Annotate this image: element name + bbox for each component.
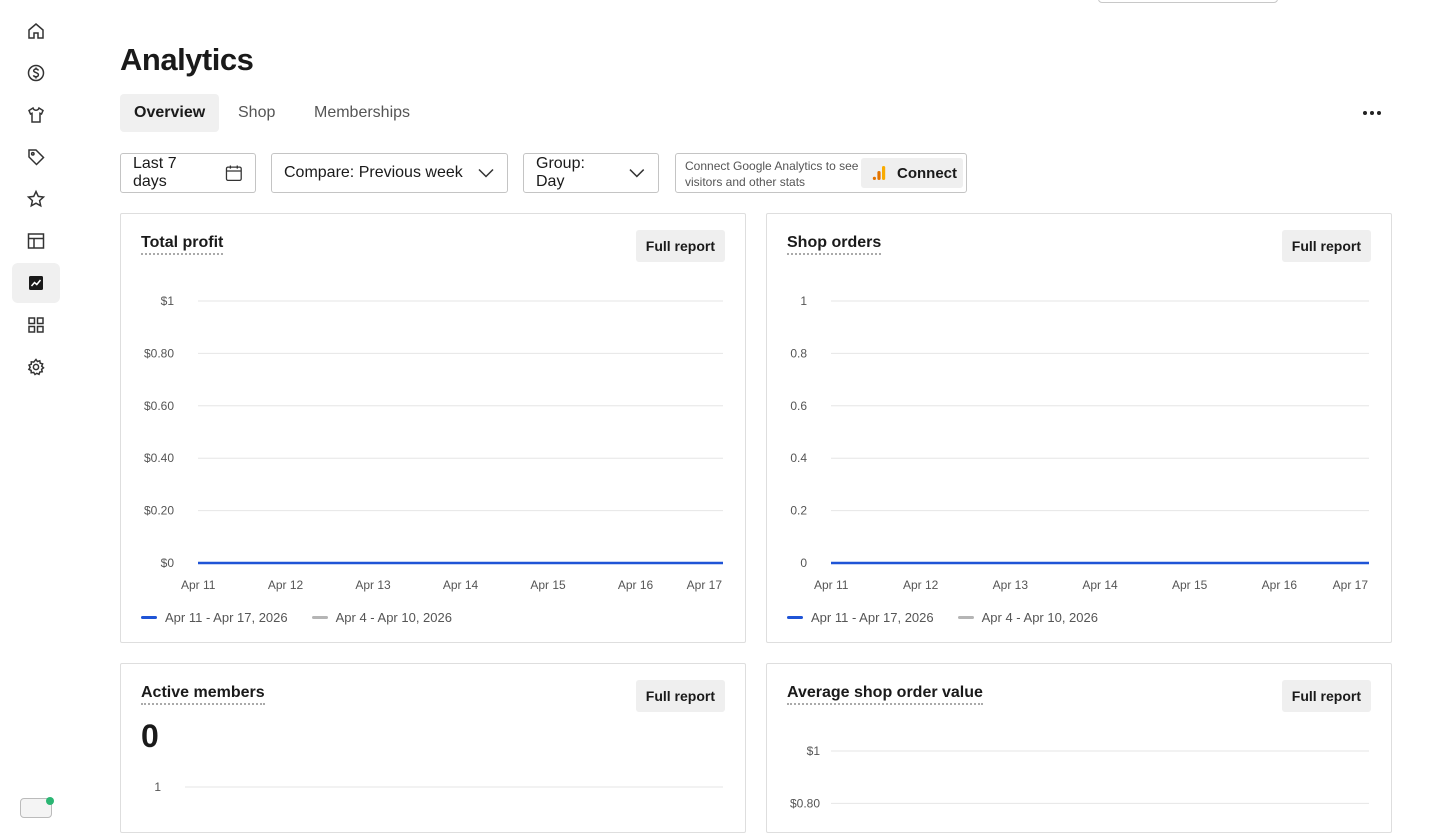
- legend-item-previous[interactable]: Apr 4 - Apr 10, 2026: [311, 610, 452, 625]
- y-tick-label: $0.60: [144, 399, 174, 413]
- layout-icon: [27, 233, 45, 249]
- tab-memberships[interactable]: Memberships: [300, 94, 424, 132]
- y-tick-label: 0.6: [790, 399, 807, 413]
- y-tick-label: $0: [161, 556, 175, 570]
- active-members-card: Active members Full report 0 1: [120, 663, 746, 833]
- x-tick-label: Apr 11: [181, 578, 216, 592]
- online-status-dot: [46, 797, 54, 805]
- x-tick-label: Apr 16: [1262, 578, 1298, 592]
- tag-icon: [28, 149, 45, 166]
- y-tick-label: $0.80: [790, 796, 820, 810]
- y-tick-label: 0: [800, 556, 807, 570]
- y-tick-label: 1: [800, 294, 807, 308]
- more-options-button[interactable]: [1356, 100, 1388, 126]
- sidebar-item-discounts[interactable]: [12, 137, 60, 177]
- group-label: Group: Day: [536, 155, 585, 190]
- page-title: Analytics: [120, 42, 254, 77]
- connect-google-analytics-button[interactable]: Connect: [861, 158, 963, 188]
- x-tick-label: Apr 14: [443, 578, 479, 592]
- x-tick-label: Apr 12: [903, 578, 939, 592]
- date-range-select[interactable]: Last 7 days: [120, 153, 256, 193]
- y-tick-label: $0.20: [144, 504, 174, 518]
- x-tick-label: Apr 15: [530, 578, 566, 592]
- google-analytics-text: Connect Google Analytics to see visitors…: [685, 159, 859, 189]
- legend-label-previous: Apr 4 - Apr 10, 2026: [981, 610, 1098, 625]
- y-tick-label: 0.2: [790, 504, 807, 518]
- sidebar-item-analytics[interactable]: [12, 263, 60, 303]
- legend-label-previous: Apr 4 - Apr 10, 2026: [335, 610, 452, 625]
- apps-icon: [28, 317, 44, 333]
- legend-swatch-previous: [957, 616, 974, 619]
- x-tick-label: Apr 16: [618, 578, 654, 592]
- average-order-value-chart: $1 $0.80: [790, 744, 1369, 810]
- analytics-icon: [29, 276, 43, 290]
- average-order-value-card: Average shop order value Full report $1 $…: [766, 663, 1392, 833]
- legend-item-current[interactable]: Apr 11 - Apr 17, 2026: [141, 610, 288, 625]
- group-select[interactable]: Group: Day: [523, 153, 659, 193]
- tab-shop[interactable]: Shop: [224, 94, 289, 132]
- calendar-icon: [226, 165, 243, 182]
- star-icon: [26, 189, 46, 208]
- legend-swatch-current: [141, 616, 157, 619]
- shirt-icon: [28, 106, 44, 123]
- legend-swatch-previous: [311, 616, 328, 619]
- legend-label-current: Apr 11 - Apr 17, 2026: [811, 610, 934, 625]
- date-range-label: Last 7 days: [133, 155, 177, 190]
- total-profit-card: Total profit Full report $1 $0.80 $0.60 $0.…: [120, 213, 746, 643]
- settings-icon: [27, 358, 45, 376]
- chevron-down-icon: [629, 169, 645, 178]
- x-tick-label: Apr 13: [355, 578, 391, 592]
- legend-swatch-current: [787, 616, 803, 619]
- compare-label: Compare: Previous week: [284, 164, 463, 181]
- home-icon: [28, 23, 44, 39]
- y-tick-label: $0.80: [144, 346, 174, 360]
- x-tick-label: Apr 11: [814, 578, 849, 592]
- y-tick-label: 0.4: [790, 451, 807, 465]
- x-tick-label: Apr 17: [687, 578, 723, 592]
- sidebar-item-payments[interactable]: [12, 53, 60, 93]
- sidebar-item-pages[interactable]: [12, 221, 60, 261]
- connect-label: Connect: [897, 164, 957, 182]
- y-tick-label: 1: [154, 780, 161, 794]
- x-tick-label: Apr 13: [993, 578, 1029, 592]
- x-tick-label: Apr 15: [1172, 578, 1208, 592]
- sidebar-item-home[interactable]: [12, 11, 60, 51]
- tab-overview[interactable]: Overview: [120, 94, 220, 132]
- sidebar-item-settings[interactable]: [12, 347, 60, 387]
- dollar-icon: [27, 64, 45, 82]
- more-dot-icon: [1377, 111, 1381, 115]
- sidebar-item-products[interactable]: [12, 95, 60, 135]
- shop-orders-chart: 1 0.8 0.6 0.4 0.2 0 Apr 11 Apr 12 Apr 13 Apr 14 Ap…: [790, 294, 1369, 592]
- chart-legend: Apr 11 - Apr 17, 2026 Apr 4 - Apr 10, 20…: [141, 610, 452, 625]
- x-tick-label: Apr 17: [1333, 578, 1369, 592]
- sidebar-item-favorites[interactable]: [12, 179, 60, 219]
- chart-legend: Apr 11 - Apr 17, 2026 Apr 4 - Apr 10, 20…: [787, 610, 1098, 625]
- google-analytics-banner: Connect Google Analytics to see visitors…: [675, 153, 967, 193]
- total-profit-chart: $1 $0.80 $0.60 $0.40 $0.20 $0 Apr 11 Apr 12 Apr …: [144, 294, 723, 592]
- chevron-down-icon: [478, 168, 494, 178]
- x-tick-label: Apr 12: [268, 578, 304, 592]
- active-members-chart: 1: [154, 780, 723, 794]
- more-dot-icon: [1363, 111, 1367, 115]
- y-tick-label: $0.40: [144, 451, 174, 465]
- more-dot-icon: [1370, 111, 1374, 115]
- x-tick-label: Apr 14: [1082, 578, 1118, 592]
- compare-select[interactable]: Compare: Previous week: [271, 153, 508, 193]
- google-analytics-icon: [872, 166, 886, 180]
- top-search-box[interactable]: [1098, 0, 1278, 3]
- shop-orders-card: Shop orders Full report 1 0.8 0.6 0.4 0.2 0 Ap…: [766, 213, 1392, 643]
- sidebar: [0, 0, 72, 818]
- y-tick-label: 0.8: [790, 346, 807, 360]
- legend-item-previous[interactable]: Apr 4 - Apr 10, 2026: [957, 610, 1098, 625]
- sidebar-item-apps[interactable]: [12, 305, 60, 345]
- y-tick-label: $1: [807, 744, 821, 758]
- legend-label-current: Apr 11 - Apr 17, 2026: [165, 610, 288, 625]
- legend-item-current[interactable]: Apr 11 - Apr 17, 2026: [787, 610, 934, 625]
- y-tick-label: $1: [161, 294, 175, 308]
